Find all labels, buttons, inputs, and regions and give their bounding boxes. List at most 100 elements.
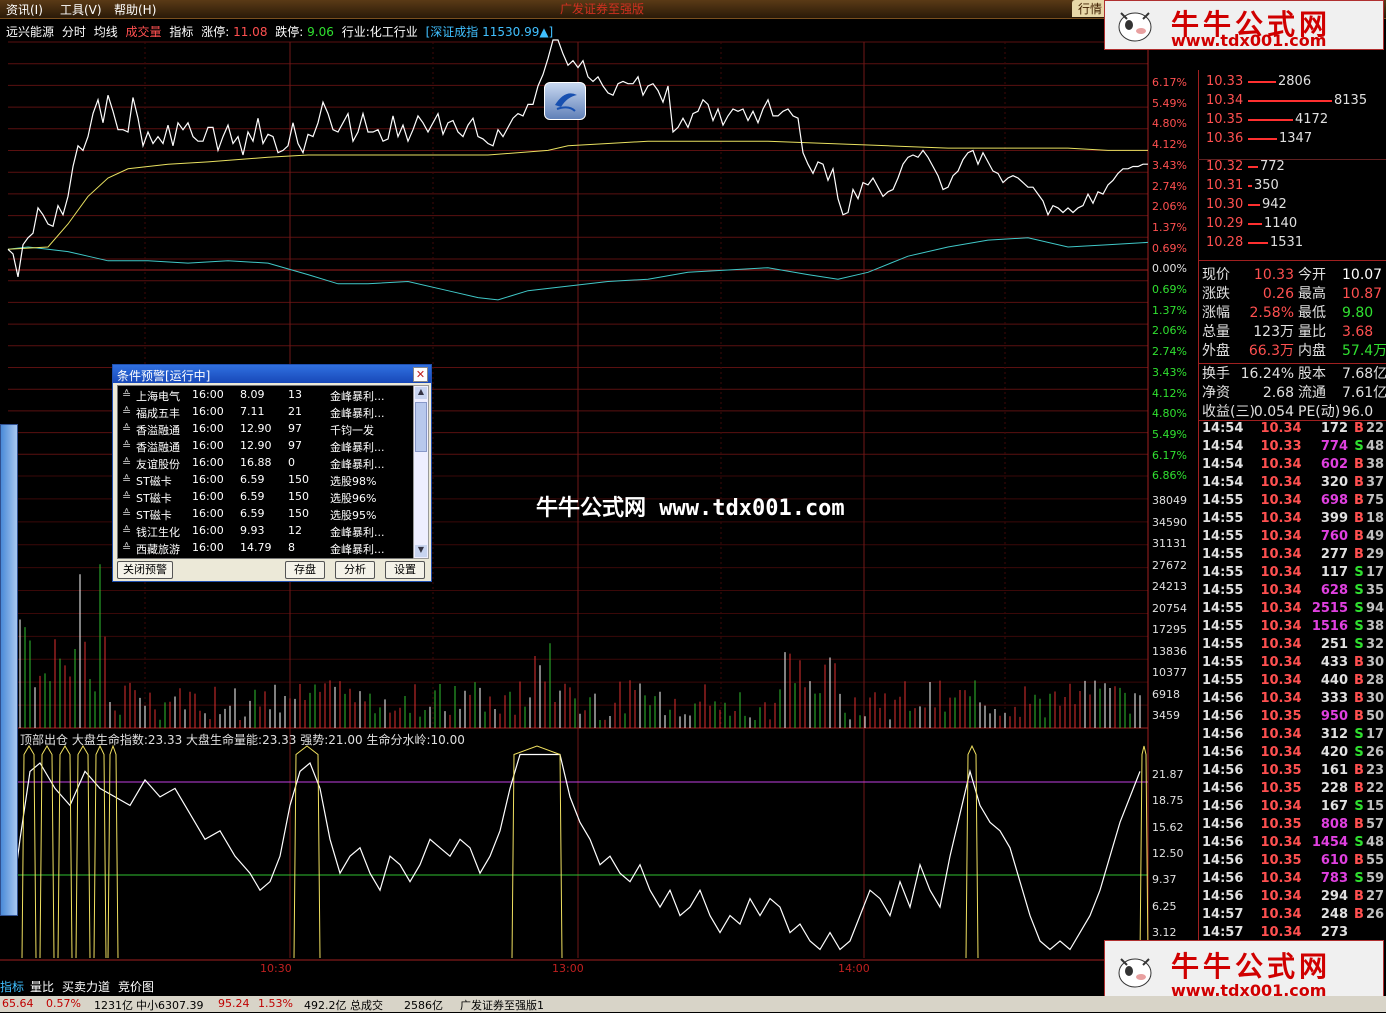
quote-label: 现价	[1202, 267, 1230, 283]
alert-row[interactable]: ≙ 上海电气 16:00 8.09 13 金峰暴利...	[118, 386, 414, 403]
tick-row[interactable]: 14:56 10.34 333 B 30	[1202, 691, 1386, 709]
alert-row[interactable]: ≙ 钱江生化 16:00 9.93 12 金峰暴利...	[118, 522, 414, 539]
alert-icon: ≙	[122, 473, 132, 486]
analyze-button[interactable]: 分析	[335, 561, 375, 579]
signal-pulse	[57, 745, 73, 959]
tick-row[interactable]: 14:55 10.34 433 B 30	[1202, 655, 1386, 673]
tab-volume-ratio[interactable]: 量比	[30, 978, 54, 995]
tick-row[interactable]: 14:56 10.35 950 B 50	[1202, 709, 1386, 727]
scrollbar[interactable]: ▲ ▼	[413, 385, 429, 559]
tick-row[interactable]: 14:54 10.34 602 B 38	[1202, 457, 1386, 475]
tab-auction-chart[interactable]: 竞价图	[118, 978, 154, 995]
tick-count: 48	[1366, 835, 1385, 850]
alert-list[interactable]: ≙ 上海电气 16:00 8.09 13 金峰暴利... ≙ 福成五丰 16:00 7.11 21 金…	[117, 385, 415, 559]
tick-count: 26	[1366, 745, 1385, 760]
bid-row[interactable]: 10.30 942	[1206, 197, 1287, 215]
price-axis-label: 4.12%	[1152, 386, 1187, 400]
alert-stock: 福成五丰	[136, 407, 180, 420]
alert-row[interactable]: ≙ 香溢融通 16:00 12.90 97 金峰暴利...	[118, 437, 414, 454]
tick-row[interactable]: 14:56 10.35 808 B 57	[1202, 817, 1386, 835]
tick-volume: 277	[1320, 547, 1348, 562]
tick-row[interactable]: 14:56 10.34 420 S 26	[1202, 745, 1386, 763]
tick-row[interactable]: 14:56 10.34 294 B 27	[1202, 889, 1386, 907]
tick-row[interactable]: 14:56 10.35 161 B 23	[1202, 763, 1386, 781]
tick-row[interactable]: 14:55 10.34 251 S 32	[1202, 637, 1386, 655]
alert-row[interactable]: ≙ 西藏旅游 16:00 14.79 8 金峰暴利...	[118, 539, 414, 556]
tick-side: S	[1354, 745, 1364, 760]
close-alert-button[interactable]: 关闭预警	[117, 561, 173, 579]
watermark-top: 牛牛公式网 www.tdx001.com	[1104, 0, 1384, 50]
ask-row[interactable]: 10.34 8135	[1206, 93, 1367, 111]
alert-time: 16:00	[192, 524, 224, 537]
tick-row[interactable]: 14:55 10.34 698 B 75	[1202, 493, 1386, 511]
tick-side: B	[1354, 781, 1364, 796]
side-window-edge[interactable]	[0, 424, 18, 916]
tick-row[interactable]: 14:55 10.34 628 S 35	[1202, 583, 1386, 601]
scroll-down-icon[interactable]: ▼	[415, 545, 427, 557]
tab-indicator[interactable]: 指标	[0, 978, 24, 995]
tick-count: 59	[1366, 871, 1385, 886]
ask-row[interactable]: 10.35 4172	[1206, 112, 1328, 130]
tick-row[interactable]: 14:55 10.34 399 B 18	[1202, 511, 1386, 529]
indicator-axis-label: 3.12	[1152, 925, 1177, 939]
tick-row[interactable]: 14:56 10.34 1454 S 48	[1202, 835, 1386, 853]
close-icon[interactable]: ✕	[413, 367, 428, 382]
quote-value: 9.80	[1342, 305, 1374, 321]
tick-row[interactable]: 14:56 10.34 167 S 15	[1202, 799, 1386, 817]
tick-row[interactable]: 14:55 10.34 117 S 17	[1202, 565, 1386, 583]
tick-volume: 399	[1320, 511, 1348, 526]
alert-row[interactable]: ≙ 友谊股份 16:00 16.88 0 金峰暴利...	[118, 454, 414, 471]
alert-dialog[interactable]: 条件预警[运行中] ✕ ≙ 上海电气 16:00 8.09 13 金峰暴利... ≙ 福成五丰…	[112, 364, 432, 582]
tick-volume: 783	[1320, 871, 1348, 886]
bid-row[interactable]: 10.31 350	[1206, 178, 1279, 196]
bid-row[interactable]: 10.29 1140	[1206, 216, 1297, 234]
tick-row[interactable]: 14:55 10.34 760 B 49	[1202, 529, 1386, 547]
scroll-up-icon[interactable]: ▲	[415, 387, 427, 399]
quote-row: 总量 123万 量比 3.68	[1202, 321, 1382, 340]
tick-row[interactable]: 14:56 10.35 228 B 22	[1202, 781, 1386, 799]
tick-row[interactable]: 14:55 10.34 277 B 29	[1202, 547, 1386, 565]
tick-count: 30	[1366, 691, 1385, 706]
bid-price: 10.29	[1206, 216, 1244, 231]
quote-label: 内盘	[1298, 343, 1326, 359]
app-logo-icon[interactable]	[544, 82, 586, 120]
tick-row[interactable]: 14:54 10.33 774 S 48	[1202, 439, 1386, 457]
tick-row[interactable]: 14:56 10.34 783 S 59	[1202, 871, 1386, 889]
tick-row[interactable]: 14:56 10.35 610 B 55	[1202, 853, 1386, 871]
ask-row[interactable]: 10.36 1347	[1206, 131, 1312, 149]
alert-time: 16:00	[192, 507, 224, 520]
quote-label: 流通	[1298, 385, 1326, 401]
alert-row[interactable]: ≙ ST磁卡 16:00 6.59 150 选股95%	[118, 505, 414, 522]
tick-row[interactable]: 14:55 10.34 440 B 28	[1202, 673, 1386, 691]
volume-axis-label: 17295	[1152, 623, 1187, 636]
alert-row[interactable]: ≙ ST磁卡 16:00 6.59 150 选股96%	[118, 488, 414, 505]
tick-row[interactable]: 14:54 10.34 172 B 22	[1202, 421, 1386, 439]
tick-row[interactable]: 14:54 10.34 320 B 37	[1202, 475, 1386, 493]
tick-row[interactable]: 14:55 10.34 1516 S 38	[1202, 619, 1386, 637]
save-button[interactable]: 存盘	[285, 561, 325, 579]
scroll-thumb[interactable]	[415, 402, 427, 452]
tick-row[interactable]: 14:55 10.34 2515 S 94	[1202, 601, 1386, 619]
bid-row[interactable]: 10.32 772	[1206, 159, 1285, 177]
quote-value: 66.3万	[1248, 343, 1294, 359]
bid-row[interactable]: 10.28 1531	[1206, 235, 1303, 253]
ask-row[interactable]: 10.33 2806	[1206, 74, 1311, 92]
quote-label: 今开	[1298, 267, 1326, 283]
cow-icon	[1118, 958, 1152, 988]
alert-stock: ST磁卡	[136, 475, 172, 488]
alert-price: 14.79	[240, 541, 272, 554]
tick-price: 10.35	[1260, 763, 1302, 778]
alert-row[interactable]: ≙ ST磁卡 16:00 6.59 150 选股98%	[118, 471, 414, 488]
tick-row[interactable]: 14:56 10.34 312 S 17	[1202, 727, 1386, 745]
tick-volume: 420	[1320, 745, 1348, 760]
tick-row[interactable]: 14:57 10.34 248 B 26	[1202, 907, 1386, 925]
settings-button[interactable]: 设置	[385, 561, 425, 579]
bid-volume: 1140	[1264, 216, 1298, 231]
tab-buy-sell-force[interactable]: 买卖力道	[62, 978, 110, 995]
tick-price: 10.34	[1260, 601, 1302, 616]
tick-price: 10.34	[1260, 619, 1302, 634]
alert-row[interactable]: ≙ 福成五丰 16:00 7.11 21 金峰暴利...	[118, 403, 414, 420]
dialog-titlebar[interactable]: 条件预警[运行中] ✕	[113, 365, 431, 383]
tick-volume: 2515	[1311, 601, 1348, 616]
alert-row[interactable]: ≙ 香溢融通 16:00 12.90 97 千钧一发	[118, 420, 414, 437]
